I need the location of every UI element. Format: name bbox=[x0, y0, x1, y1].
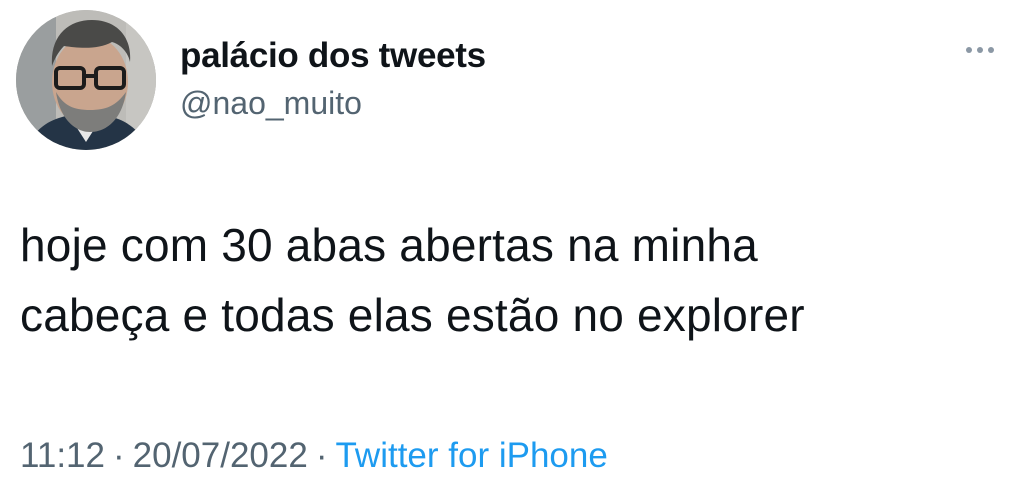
tweet-text-line: cabeça e todas elas estão no explorer bbox=[20, 289, 805, 341]
tweet-card: palácio dos tweets @nao_muito hoje com 3… bbox=[0, 0, 1024, 497]
tweet-text-line: hoje com 30 abas abertas na minha bbox=[20, 219, 758, 271]
display-name[interactable]: palácio dos tweets bbox=[180, 36, 486, 76]
tweet-time[interactable]: 11:12 bbox=[20, 436, 105, 475]
avatar-photo-icon bbox=[16, 10, 156, 150]
meta-separator: · bbox=[113, 436, 125, 475]
more-dot-icon bbox=[988, 47, 994, 53]
tweet-date[interactable]: 20/07/2022 bbox=[133, 436, 308, 475]
user-handle[interactable]: @nao_muito bbox=[180, 84, 486, 122]
user-info: palácio dos tweets @nao_muito bbox=[180, 36, 486, 122]
avatar[interactable] bbox=[16, 10, 156, 150]
more-dot-icon bbox=[977, 47, 983, 53]
more-dot-icon bbox=[966, 47, 972, 53]
tweet-text: hoje com 30 abas abertas na minha cabeça… bbox=[20, 210, 1010, 350]
more-options-button[interactable] bbox=[958, 38, 1002, 62]
tweet-meta: 11:12 · 20/07/2022 · Twitter for iPhone bbox=[20, 434, 608, 478]
tweet-source-link[interactable]: Twitter for iPhone bbox=[335, 436, 607, 475]
meta-separator: · bbox=[315, 436, 328, 475]
